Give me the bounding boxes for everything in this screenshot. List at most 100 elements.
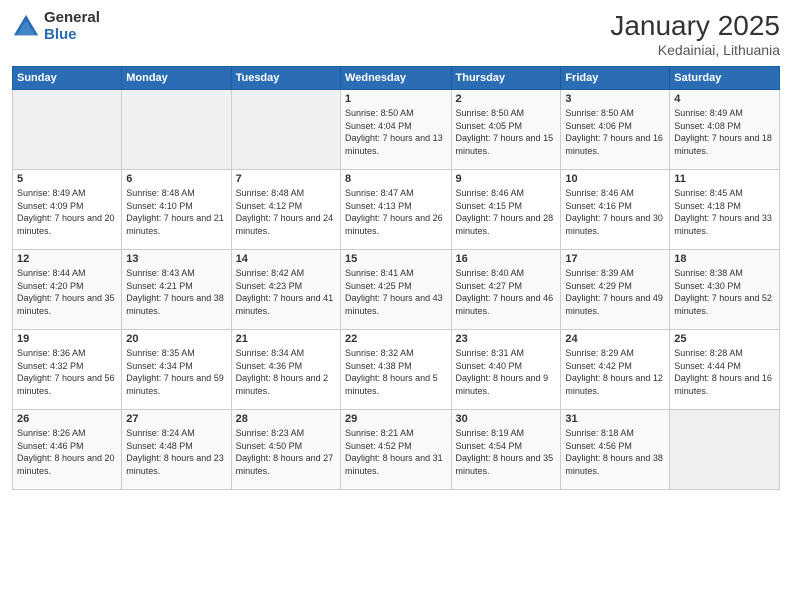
calendar-cell: 18 Sunrise: 8:38 AM Sunset: 4:30 PM Dayli… — [670, 250, 780, 330]
day-info: Sunrise: 8:42 AM Sunset: 4:23 PM Dayligh… — [236, 267, 336, 317]
day-number: 30 — [456, 413, 557, 425]
calendar-cell: 31 Sunrise: 8:18 AM Sunset: 4:56 PM Dayli… — [561, 410, 670, 490]
weekday-header: Monday — [122, 67, 231, 90]
header: General Blue January 2025 Kedainiai, Lit… — [12, 10, 780, 58]
day-info: Sunrise: 8:23 AM Sunset: 4:50 PM Dayligh… — [236, 427, 336, 477]
calendar-cell: 20 Sunrise: 8:35 AM Sunset: 4:34 PM Dayli… — [122, 330, 231, 410]
day-info: Sunrise: 8:38 AM Sunset: 4:30 PM Dayligh… — [674, 267, 775, 317]
day-number: 22 — [345, 333, 446, 345]
calendar-cell: 14 Sunrise: 8:42 AM Sunset: 4:23 PM Dayli… — [231, 250, 340, 330]
calendar-cell: 23 Sunrise: 8:31 AM Sunset: 4:40 PM Dayli… — [451, 330, 561, 410]
day-info: Sunrise: 8:45 AM Sunset: 4:18 PM Dayligh… — [674, 187, 775, 237]
day-info: Sunrise: 8:49 AM Sunset: 4:09 PM Dayligh… — [17, 187, 117, 237]
calendar-row: 19Sunrise: 8:36 AM Sunset: 4:32 PM Dayli… — [13, 330, 780, 410]
calendar-cell: 2 Sunrise: 8:50 AM Sunset: 4:05 PM Daylig… — [451, 90, 561, 170]
location: Kedainiai, Lithuania — [610, 42, 780, 58]
title-section: January 2025 Kedainiai, Lithuania — [610, 10, 780, 58]
day-number: 5 — [17, 173, 117, 185]
calendar-cell: 12Sunrise: 8:44 AM Sunset: 4:20 PM Dayli… — [13, 250, 122, 330]
calendar-cell: 7Sunrise: 8:48 AM Sunset: 4:12 PM Daylig… — [231, 170, 340, 250]
weekday-header-row: SundayMondayTuesdayWednesdayThursdayFrid… — [13, 67, 780, 90]
calendar-cell: 17Sunrise: 8:39 AM Sunset: 4:29 PM Dayli… — [561, 250, 670, 330]
calendar-cell: 13 Sunrise: 8:43 AM Sunset: 4:21 PM Dayli… — [122, 250, 231, 330]
calendar-cell: 3 Sunrise: 8:50 AM Sunset: 4:06 PM Daylig… — [561, 90, 670, 170]
calendar-cell: 10Sunrise: 8:46 AM Sunset: 4:16 PM Dayli… — [561, 170, 670, 250]
day-info: Sunrise: 8:34 AM Sunset: 4:36 PM Dayligh… — [236, 347, 336, 397]
day-number: 19 — [17, 333, 117, 345]
day-number: 15 — [345, 253, 446, 265]
calendar-row: 5 Sunrise: 8:49 AM Sunset: 4:09 PM Daylig… — [13, 170, 780, 250]
day-info: Sunrise: 8:18 AM Sunset: 4:56 PM Dayligh… — [565, 427, 665, 477]
day-number: 27 — [126, 413, 226, 425]
logo-text: General Blue — [44, 10, 100, 43]
day-info: Sunrise: 8:43 AM Sunset: 4:21 PM Dayligh… — [126, 267, 226, 317]
weekday-header: Wednesday — [341, 67, 451, 90]
day-info: Sunrise: 8:48 AM Sunset: 4:10 PM Dayligh… — [126, 187, 226, 237]
day-info: Sunrise: 8:47 AM Sunset: 4:13 PM Dayligh… — [345, 187, 446, 237]
calendar-cell — [13, 90, 122, 170]
day-info: Sunrise: 8:49 AM Sunset: 4:08 PM Dayligh… — [674, 107, 775, 157]
calendar-cell: 28Sunrise: 8:23 AM Sunset: 4:50 PM Dayli… — [231, 410, 340, 490]
calendar-row: 12Sunrise: 8:44 AM Sunset: 4:20 PM Dayli… — [13, 250, 780, 330]
logo-general: General — [44, 10, 100, 27]
day-info: Sunrise: 8:32 AM Sunset: 4:38 PM Dayligh… — [345, 347, 446, 397]
day-number: 16 — [456, 253, 557, 265]
day-info: Sunrise: 8:44 AM Sunset: 4:20 PM Dayligh… — [17, 267, 117, 317]
day-info: Sunrise: 8:31 AM Sunset: 4:40 PM Dayligh… — [456, 347, 557, 397]
day-number: 13 — [126, 253, 226, 265]
calendar-cell: 8Sunrise: 8:47 AM Sunset: 4:13 PM Daylig… — [341, 170, 451, 250]
day-number: 20 — [126, 333, 226, 345]
day-info: Sunrise: 8:50 AM Sunset: 4:04 PM Dayligh… — [345, 107, 446, 157]
calendar-cell: 15Sunrise: 8:41 AM Sunset: 4:25 PM Dayli… — [341, 250, 451, 330]
day-number: 3 — [565, 93, 665, 105]
day-info: Sunrise: 8:35 AM Sunset: 4:34 PM Dayligh… — [126, 347, 226, 397]
day-info: Sunrise: 8:39 AM Sunset: 4:29 PM Dayligh… — [565, 267, 665, 317]
calendar-cell: 4Sunrise: 8:49 AM Sunset: 4:08 PM Daylig… — [670, 90, 780, 170]
calendar-cell: 26Sunrise: 8:26 AM Sunset: 4:46 PM Dayli… — [13, 410, 122, 490]
calendar-cell: 11 Sunrise: 8:45 AM Sunset: 4:18 PM Dayli… — [670, 170, 780, 250]
day-number: 9 — [456, 173, 557, 185]
calendar-cell — [670, 410, 780, 490]
weekday-header: Sunday — [13, 67, 122, 90]
day-number: 2 — [456, 93, 557, 105]
calendar-cell: 22 Sunrise: 8:32 AM Sunset: 4:38 PM Dayli… — [341, 330, 451, 410]
day-info: Sunrise: 8:50 AM Sunset: 4:05 PM Dayligh… — [456, 107, 557, 157]
day-info: Sunrise: 8:28 AM Sunset: 4:44 PM Dayligh… — [674, 347, 775, 397]
weekday-header: Thursday — [451, 67, 561, 90]
day-info: Sunrise: 8:46 AM Sunset: 4:15 PM Dayligh… — [456, 187, 557, 237]
day-info: Sunrise: 8:21 AM Sunset: 4:52 PM Dayligh… — [345, 427, 446, 477]
weekday-header: Saturday — [670, 67, 780, 90]
logo-blue: Blue — [44, 27, 100, 44]
day-number: 7 — [236, 173, 336, 185]
day-number: 14 — [236, 253, 336, 265]
month-title: January 2025 — [610, 10, 780, 42]
calendar-cell: 30 Sunrise: 8:19 AM Sunset: 4:54 PM Dayli… — [451, 410, 561, 490]
day-number: 25 — [674, 333, 775, 345]
day-number: 18 — [674, 253, 775, 265]
calendar-cell: 1Sunrise: 8:50 AM Sunset: 4:04 PM Daylig… — [341, 90, 451, 170]
day-number: 21 — [236, 333, 336, 345]
calendar: SundayMondayTuesdayWednesdayThursdayFrid… — [12, 66, 780, 490]
calendar-cell — [231, 90, 340, 170]
day-info: Sunrise: 8:46 AM Sunset: 4:16 PM Dayligh… — [565, 187, 665, 237]
calendar-cell: 25 Sunrise: 8:28 AM Sunset: 4:44 PM Dayli… — [670, 330, 780, 410]
calendar-row: 1Sunrise: 8:50 AM Sunset: 4:04 PM Daylig… — [13, 90, 780, 170]
calendar-cell: 16 Sunrise: 8:40 AM Sunset: 4:27 PM Dayli… — [451, 250, 561, 330]
day-info: Sunrise: 8:29 AM Sunset: 4:42 PM Dayligh… — [565, 347, 665, 397]
calendar-cell: 29 Sunrise: 8:21 AM Sunset: 4:52 PM Dayli… — [341, 410, 451, 490]
day-number: 6 — [126, 173, 226, 185]
day-info: Sunrise: 8:19 AM Sunset: 4:54 PM Dayligh… — [456, 427, 557, 477]
day-number: 23 — [456, 333, 557, 345]
calendar-row: 26Sunrise: 8:26 AM Sunset: 4:46 PM Dayli… — [13, 410, 780, 490]
day-number: 31 — [565, 413, 665, 425]
day-info: Sunrise: 8:50 AM Sunset: 4:06 PM Dayligh… — [565, 107, 665, 157]
day-number: 26 — [17, 413, 117, 425]
calendar-cell: 19Sunrise: 8:36 AM Sunset: 4:32 PM Dayli… — [13, 330, 122, 410]
page: General Blue January 2025 Kedainiai, Lit… — [0, 0, 792, 612]
day-number: 29 — [345, 413, 446, 425]
calendar-cell — [122, 90, 231, 170]
day-number: 11 — [674, 173, 775, 185]
logo-icon — [12, 13, 40, 41]
calendar-cell: 9 Sunrise: 8:46 AM Sunset: 4:15 PM Daylig… — [451, 170, 561, 250]
day-info: Sunrise: 8:40 AM Sunset: 4:27 PM Dayligh… — [456, 267, 557, 317]
